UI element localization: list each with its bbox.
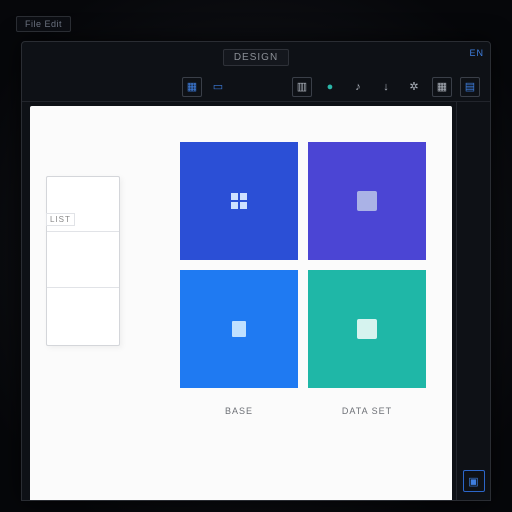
component-tile[interactable] (308, 142, 426, 260)
grid-icon[interactable]: ▦ (432, 77, 452, 97)
download-icon[interactable]: ↓ (376, 77, 396, 97)
menu-hint[interactable]: File Edit (16, 16, 71, 32)
settings-icon[interactable]: ✲ (404, 77, 424, 97)
top-toolbar: ▦ ▭ ▥ ● ♪ ↓ ✲ ▦ ▤ (22, 72, 490, 102)
square-icon (357, 191, 377, 211)
side-list-panel[interactable]: LIST (46, 176, 120, 346)
caption-left: BASE (180, 406, 298, 416)
dashboard-tile[interactable] (180, 142, 298, 260)
music-icon[interactable]: ♪ (348, 77, 368, 97)
panel-icon[interactable]: ▥ (292, 77, 312, 97)
locale-tag[interactable]: EN (469, 48, 484, 58)
theme-tile[interactable] (308, 270, 426, 388)
document-tile[interactable] (180, 270, 298, 388)
app-window: File Edit DESIGN EN ▦ ▭ ▥ ● ♪ ↓ ✲ ▦ ▤ ⇆ … (21, 41, 491, 501)
tile-grid (180, 142, 426, 388)
right-rail: ▣ (456, 102, 490, 500)
tile-captions: BASE DATA SET (180, 406, 426, 416)
library-icon[interactable]: ▤ (460, 77, 480, 97)
window-icon (229, 191, 249, 211)
layers-icon[interactable]: ▦ (182, 77, 202, 97)
list-slot[interactable] (47, 232, 119, 287)
canvas: LIST (30, 106, 452, 500)
outline-icon[interactable]: ▭ (208, 77, 228, 97)
chat-icon[interactable]: ● (320, 77, 340, 97)
side-list-label: LIST (46, 213, 75, 226)
caption-right: DATA SET (308, 406, 426, 416)
document-icon (229, 319, 249, 339)
title-bar: DESIGN EN (22, 42, 490, 72)
square-icon (357, 319, 377, 339)
window-title: DESIGN (223, 49, 289, 66)
list-slot[interactable] (47, 288, 119, 343)
collapse-icon[interactable]: ▣ (463, 470, 485, 492)
